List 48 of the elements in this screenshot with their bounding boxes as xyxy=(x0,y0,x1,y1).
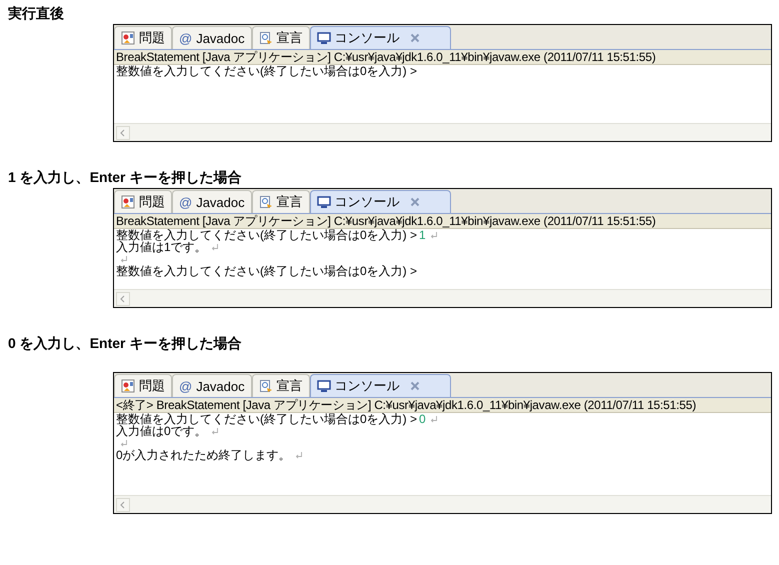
view-tab[interactable]: 宣言 xyxy=(252,374,310,397)
view-tab[interactable]: 問題 xyxy=(114,374,172,397)
scroll-left-icon[interactable] xyxy=(116,126,130,140)
horizontal-scrollbar[interactable] xyxy=(114,495,771,513)
console-output: 整数値を入力してください(終了したい場合は0を入力) > xyxy=(116,65,418,77)
monitor-icon xyxy=(316,195,331,209)
console-output: 整数値を入力してください(終了したい場合は0を入力) > xyxy=(116,229,418,241)
view-tab[interactable]: 宣言 xyxy=(252,190,310,213)
section-heading: 実行直後 xyxy=(8,4,65,22)
at-sign-icon: @ xyxy=(179,378,192,394)
problems-icon xyxy=(121,31,135,45)
console-output: 整数値を入力してください(終了したい場合は0を入力) > xyxy=(116,265,418,277)
entered-value-text: 0 xyxy=(419,413,426,425)
monitor-icon xyxy=(316,379,331,393)
close-icon[interactable] xyxy=(410,381,420,391)
entered-value-text: 1 xyxy=(419,229,426,241)
view-tab[interactable]: @ Javadoc xyxy=(172,190,252,213)
horizontal-scrollbar[interactable] xyxy=(114,289,771,307)
console-output: 0が入力されたため終了します。 xyxy=(116,449,291,461)
console-output: 整数値を入力してください(終了したい場合は0を入力) > xyxy=(116,413,418,425)
scroll-left-icon[interactable] xyxy=(116,292,130,306)
view-tab[interactable]: @ Javadoc xyxy=(172,26,252,49)
section-heading: 0 を入力し、Enter キーを押した場合 xyxy=(8,334,242,352)
view-tab[interactable]: 問題 xyxy=(114,26,172,49)
section-heading: 1 を入力し、Enter キーを押した場合 xyxy=(8,168,242,186)
console-output: 入力値は0です。 xyxy=(116,425,207,437)
console-header: BreakStatement [Java アプリケーション] C:¥usr¥java¥jdk1.6.0_11¥bin¥javaw.exe (2011/07/11 15:51:55) xyxy=(114,214,771,229)
view-tab[interactable]: コンソール xyxy=(310,190,451,213)
view-tab[interactable]: コンソール xyxy=(310,26,451,49)
console-header: <終了> BreakStatement [Java アプリケーション] C:¥usr¥java¥jdk1.6.0_11¥bin¥javaw.exe (2011/07/11 15:51:55) xyxy=(114,398,771,413)
problems-icon xyxy=(121,379,135,393)
scroll-left-icon[interactable] xyxy=(116,498,130,512)
monitor-icon xyxy=(316,31,331,45)
at-sign-icon: @ xyxy=(179,30,192,46)
view-tab[interactable]: 問題 xyxy=(114,190,172,213)
view-tab[interactable]: @ Javadoc xyxy=(172,374,252,397)
at-sign-icon: @ xyxy=(179,194,192,210)
close-icon[interactable] xyxy=(410,33,420,43)
view-tab[interactable]: コンソール xyxy=(310,374,451,397)
console-output: 入力値は1です。 xyxy=(116,241,207,253)
document-icon xyxy=(258,31,273,45)
problems-icon xyxy=(121,195,135,209)
view-tab[interactable]: 宣言 xyxy=(252,26,310,49)
document-icon xyxy=(258,195,273,209)
console-header: BreakStatement [Java アプリケーション] C:¥usr¥java¥jdk1.6.0_11¥bin¥javaw.exe (2011/07/11 15:51:55) xyxy=(114,50,771,65)
document-icon xyxy=(258,379,273,393)
horizontal-scrollbar[interactable] xyxy=(114,123,771,141)
close-icon[interactable] xyxy=(410,197,420,207)
